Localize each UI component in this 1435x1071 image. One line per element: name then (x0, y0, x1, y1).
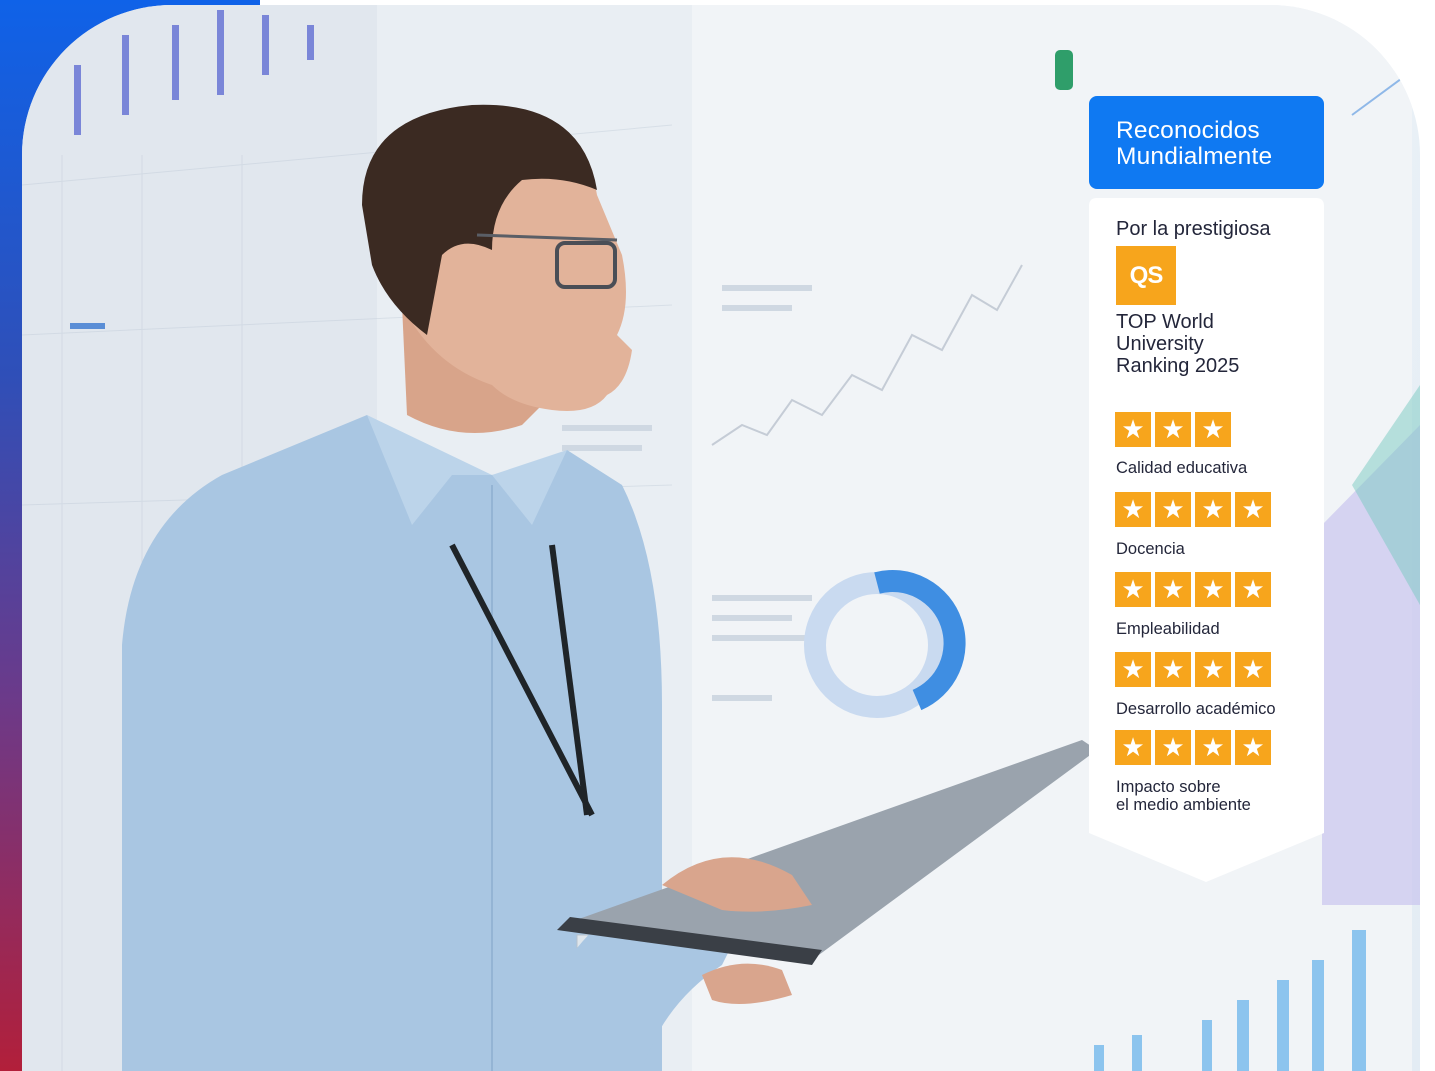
star-icon: ★ (1155, 730, 1191, 765)
star-icon: ★ (1115, 652, 1151, 687)
rating-label-empleabilidad: Empleabilidad (1116, 620, 1220, 638)
header-line-1: Reconocidos (1116, 117, 1260, 144)
ranking-badge: Por la prestigiosa QS TOP World Universi… (1089, 198, 1324, 882)
star-icon: ★ (1195, 652, 1231, 687)
star-icon: ★ (1195, 572, 1231, 607)
star-icon: ★ (1195, 730, 1231, 765)
rating-label-calidad-educativa: Calidad educativa (1116, 459, 1248, 477)
rating-label-line-2: el medio ambiente (1116, 796, 1251, 814)
ranking-line-3: Ranking 2025 (1116, 355, 1240, 377)
ranking-line-1: TOP World (1116, 311, 1214, 333)
stars-desarrollo-academico: ★ ★ ★ ★ (1115, 652, 1271, 687)
badge-intro: Por la prestigiosa (1116, 218, 1271, 240)
qs-logo: QS (1116, 246, 1176, 305)
star-icon: ★ (1195, 492, 1231, 527)
star-icon: ★ (1115, 492, 1151, 527)
star-icon: ★ (1155, 572, 1191, 607)
star-icon: ★ (1155, 412, 1191, 447)
stars-impacto-ambiental: ★ ★ ★ ★ (1115, 730, 1271, 765)
ranking-title: TOP World University Ranking 2025 (1116, 311, 1239, 377)
stars-docencia: ★ ★ ★ ★ (1115, 492, 1271, 527)
recognition-header: Reconocidos Mundialmente (1089, 96, 1324, 189)
ranking-line-2: University (1116, 333, 1204, 355)
star-icon: ★ (1155, 652, 1191, 687)
star-icon: ★ (1155, 492, 1191, 527)
stars-empleabilidad: ★ ★ ★ ★ (1115, 572, 1271, 607)
star-icon: ★ (1235, 492, 1271, 527)
star-icon: ★ (1195, 412, 1231, 447)
header-line-2: Mundialmente (1116, 143, 1273, 170)
rating-label-impacto-ambiental: Impacto sobre el medio ambiente (1116, 778, 1251, 814)
star-icon: ★ (1235, 572, 1271, 607)
stars-calidad-educativa: ★ ★ ★ (1115, 412, 1231, 447)
star-icon: ★ (1235, 730, 1271, 765)
star-icon: ★ (1115, 412, 1151, 447)
star-icon: ★ (1115, 572, 1151, 607)
hero-banner: Reconocidos Mundialmente Por la prestigi… (0, 0, 1435, 1071)
rating-label-docencia: Docencia (1116, 540, 1185, 558)
rating-label-desarrollo-academico: Desarrollo académico (1116, 700, 1276, 718)
rating-label-line-1: Impacto sobre (1116, 778, 1221, 796)
star-icon: ★ (1235, 652, 1271, 687)
star-icon: ★ (1115, 730, 1151, 765)
